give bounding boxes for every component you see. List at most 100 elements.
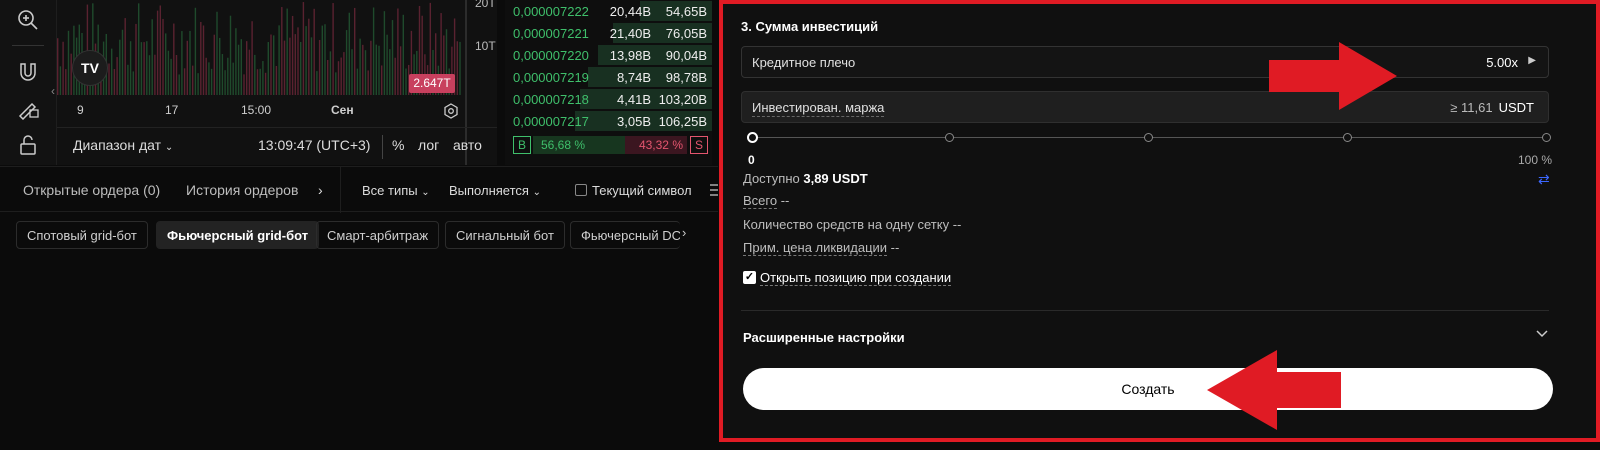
orderbook-price: 0,000007220	[513, 48, 589, 63]
tab-open-orders[interactable]: Открытые ордера (0)	[23, 182, 160, 198]
volume-bar	[310, 37, 313, 95]
volume-bar	[399, 46, 402, 95]
slider-step-75[interactable]	[1343, 133, 1352, 142]
volume-bar	[229, 15, 232, 95]
volume-bar	[281, 7, 283, 95]
unlock-icon[interactable]	[16, 133, 40, 157]
volume-bar	[108, 63, 110, 95]
volume-bar	[154, 54, 156, 95]
volume-bar	[337, 61, 340, 95]
volume-bar	[372, 7, 375, 95]
chevron-right-icon[interactable]: ›	[682, 225, 686, 240]
type-filter-dropdown[interactable]: Все типы ⌄	[362, 183, 430, 198]
volume-bar	[256, 69, 259, 95]
footer-divider	[382, 135, 383, 159]
price-chart[interactable]: ‹ TV 20T 10T 2.647T 9 17 15:00 Сен Диапа…	[51, 0, 497, 165]
volume-bar	[208, 62, 210, 95]
volume-bar	[140, 42, 143, 95]
volume-bar	[189, 30, 191, 95]
margin-input[interactable]: Инвестирован. маржа ≥ 11,61 USDT	[741, 91, 1549, 123]
slider-max-label: 100 %	[1518, 153, 1553, 167]
slider-step-25[interactable]	[945, 133, 954, 142]
volume-bar	[119, 39, 121, 95]
orderbook-row[interactable]: 0,000007218 4,41B 103,20B	[505, 88, 712, 110]
magnet-icon[interactable]	[16, 60, 40, 84]
volume-bar	[332, 3, 334, 95]
volume-bar	[364, 50, 367, 95]
orderbook-row[interactable]: 0,000007220 13,98B 90,04B	[505, 44, 712, 66]
chip-spot-grid[interactable]: Спотовый grid-бот	[16, 221, 148, 249]
buy-percent: 56,68 %	[533, 136, 625, 154]
volume-bar	[181, 31, 183, 95]
x-axis-label: Сен	[331, 103, 354, 117]
chip-futures-dca[interactable]: Фьючерсный DC	[570, 221, 680, 249]
status-filter-dropdown[interactable]: Выполняется ⌄	[449, 183, 541, 198]
log-scale-button[interactable]: лог	[418, 137, 439, 153]
x-axis-label: 17	[165, 103, 179, 117]
volume-bar	[200, 21, 202, 95]
volume-bar	[343, 52, 345, 95]
slider-step-100[interactable]	[1542, 133, 1551, 142]
volume-bar	[375, 44, 377, 95]
lock-drawings-icon[interactable]	[16, 96, 40, 120]
liquidation-row: Прим. цена ликвидации --	[743, 240, 899, 256]
create-button[interactable]: Создать	[743, 368, 1553, 410]
volume-bar	[210, 68, 213, 95]
volume-bar	[402, 14, 404, 95]
chevron-down-icon[interactable]	[1535, 326, 1549, 340]
slider-handle[interactable]	[747, 132, 758, 143]
zoom-in-icon[interactable]	[16, 8, 40, 32]
clock[interactable]: 13:09:47 (UTC+3)	[258, 137, 370, 153]
current-symbol-checkbox[interactable]	[575, 184, 587, 196]
orderbook-row[interactable]: 0,000007221 21,40B 76,05B	[505, 22, 712, 44]
percent-scale-button[interactable]: %	[392, 137, 404, 153]
tab-order-history[interactable]: История ордеров	[186, 182, 298, 198]
chart-footer: Диапазон дат ⌄ 13:09:47 (UTC+3) % лог ав…	[57, 127, 497, 165]
orderbook-row[interactable]: 0,000007219 8,74B 98,78B	[505, 66, 712, 88]
volume-bar	[138, 3, 140, 95]
volume-bar	[127, 64, 129, 95]
tabs-more-icon[interactable]: ›	[318, 182, 323, 198]
volume-bar	[359, 38, 361, 95]
volume-bar	[259, 68, 261, 95]
volume-bar	[159, 5, 161, 95]
collapse-arrow-icon[interactable]: ‹	[51, 84, 55, 98]
sell-percent: 43,32 %	[625, 136, 687, 154]
orderbook-volume: 4,41B	[617, 92, 651, 107]
orders-tabs-bar: Открытые ордера (0) История ордеров › Вс…	[0, 166, 718, 213]
auto-scale-button[interactable]: авто	[453, 137, 482, 153]
total-value: --	[780, 193, 790, 208]
orderbook-price: 0,000007222	[513, 4, 589, 19]
orderbook-row[interactable]: 0,000007217 3,05B 106,25B	[505, 110, 712, 132]
volume-bar	[197, 73, 199, 95]
open-position-checkbox[interactable]: ✓	[743, 271, 756, 284]
volume-bar	[194, 7, 197, 95]
volume-bar	[305, 26, 307, 95]
chip-futures-grid[interactable]: Фьючерсный grid-бот	[156, 221, 320, 249]
chart-settings-icon[interactable]	[443, 103, 459, 119]
volume-bar	[235, 28, 237, 95]
volume-bar	[264, 72, 267, 95]
date-range-button[interactable]: Диапазон дат ⌄	[73, 137, 173, 153]
menu-icon[interactable]	[710, 183, 718, 197]
chip-signal-bot[interactable]: Сигнальный бот	[445, 221, 565, 249]
volume-bar	[183, 68, 186, 95]
section-title: 3. Сумма инвестиций	[741, 19, 879, 34]
volume-bar	[283, 40, 286, 95]
liquidation-label: Прим. цена ликвидации	[743, 240, 888, 256]
volume-bar	[362, 44, 364, 95]
annotation-arrow-left	[1207, 350, 1341, 430]
chip-smart-arbitrage[interactable]: Смарт-арбитраж	[316, 221, 440, 249]
volume-bar	[240, 39, 242, 95]
chevron-down-icon: ⌄	[164, 142, 174, 153]
orderbook-row[interactable]: 0,000007222 20,44B 54,65B	[505, 0, 712, 22]
volume-bar	[318, 39, 321, 95]
chevron-down-icon: ⌄	[532, 187, 541, 198]
volume-bar	[227, 57, 229, 95]
tradingview-logo[interactable]: TV	[72, 50, 108, 86]
margin-slider[interactable]	[747, 132, 1551, 143]
advanced-settings-toggle[interactable]: Расширенные настройки	[743, 330, 905, 345]
leverage-selector[interactable]: Кредитное плечо 5.00x ▶	[741, 46, 1549, 78]
transfer-icon[interactable]: ⇄	[1538, 171, 1550, 188]
slider-step-50[interactable]	[1144, 133, 1153, 142]
